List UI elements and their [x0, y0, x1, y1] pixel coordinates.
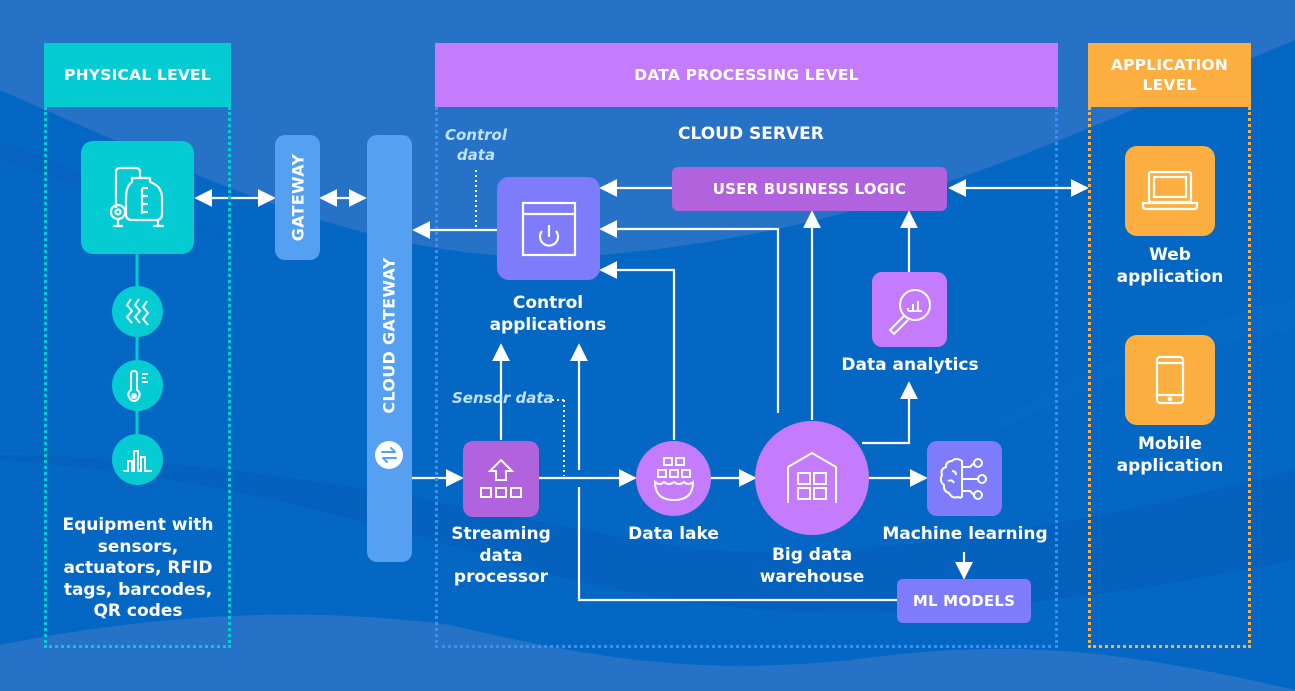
gateway-label: GATEWAY — [288, 153, 308, 242]
laptop-icon — [1141, 170, 1199, 211]
brain-network-icon — [939, 457, 987, 500]
physical-level-title: PHYSICAL LEVEL — [64, 65, 211, 84]
physical-level-header: PHYSICAL LEVEL — [44, 43, 231, 107]
streaming-processor-label: Streaming data processor — [451, 524, 551, 588]
vibration-icon — [125, 297, 149, 326]
data-analytics-label: Data analytics — [841, 355, 979, 375]
power-window-icon — [521, 201, 576, 256]
application-level-header: APPLICATION LEVEL — [1088, 43, 1251, 107]
sensor-temperature[interactable] — [112, 360, 163, 411]
bar-chart-icon — [122, 449, 152, 472]
cloud-gateway-label: CLOUD GATEWAY — [379, 257, 399, 414]
user-business-logic-box[interactable]: USER BUSINESS LOGIC — [672, 167, 947, 211]
processing-level-title: DATA PROCESSING LEVEL — [634, 65, 859, 84]
web-application-tile[interactable] — [1125, 146, 1215, 236]
data-analytics-tile[interactable] — [872, 272, 947, 347]
control-data-note: Control data — [444, 126, 507, 164]
mobile-application-tile[interactable] — [1125, 335, 1215, 425]
ml-models-box[interactable]: ML MODELS — [897, 579, 1031, 623]
equipment-description: Equipment with sensors, actuators, RFID … — [62, 515, 214, 622]
machine-learning-label: Machine learning — [882, 524, 1048, 544]
magnifier-chart-icon — [888, 288, 931, 335]
upload-blocks-icon — [480, 458, 522, 498]
machine-learning-tile[interactable] — [927, 441, 1002, 516]
equipment-tile[interactable] — [81, 141, 194, 254]
industrial-tank-icon — [109, 166, 164, 227]
data-lake-node[interactable] — [636, 441, 711, 516]
lake-blocks-icon — [653, 456, 694, 501]
sensor-vibration[interactable] — [112, 286, 163, 337]
mobile-application-label: Mobile application — [1116, 434, 1224, 476]
cloud-gateway-badge — [375, 441, 403, 469]
iot-architecture-diagram: PHYSICAL LEVEL DATA PROCESSING LEVEL APP… — [0, 0, 1295, 691]
swap-arrows-icon — [381, 447, 397, 463]
data-lake-label: Data lake — [628, 524, 719, 544]
control-applications-label: Control applications — [489, 293, 607, 335]
smartphone-icon — [1155, 355, 1185, 405]
web-application-label: Web application — [1116, 245, 1224, 287]
warehouse-icon — [787, 451, 837, 503]
cloud-server-heading: CLOUD SERVER — [678, 124, 824, 144]
sensor-data-note: Sensor data — [452, 389, 554, 407]
application-level-title: APPLICATION LEVEL — [1110, 55, 1229, 94]
control-applications-tile[interactable] — [497, 177, 600, 280]
big-data-warehouse-node[interactable] — [755, 421, 869, 535]
thermometer-icon — [126, 369, 148, 402]
processing-level-header: DATA PROCESSING LEVEL — [435, 43, 1058, 107]
big-data-warehouse-label: Big data warehouse — [759, 545, 865, 587]
sensor-signal[interactable] — [112, 434, 163, 485]
streaming-processor-tile[interactable] — [463, 441, 539, 517]
